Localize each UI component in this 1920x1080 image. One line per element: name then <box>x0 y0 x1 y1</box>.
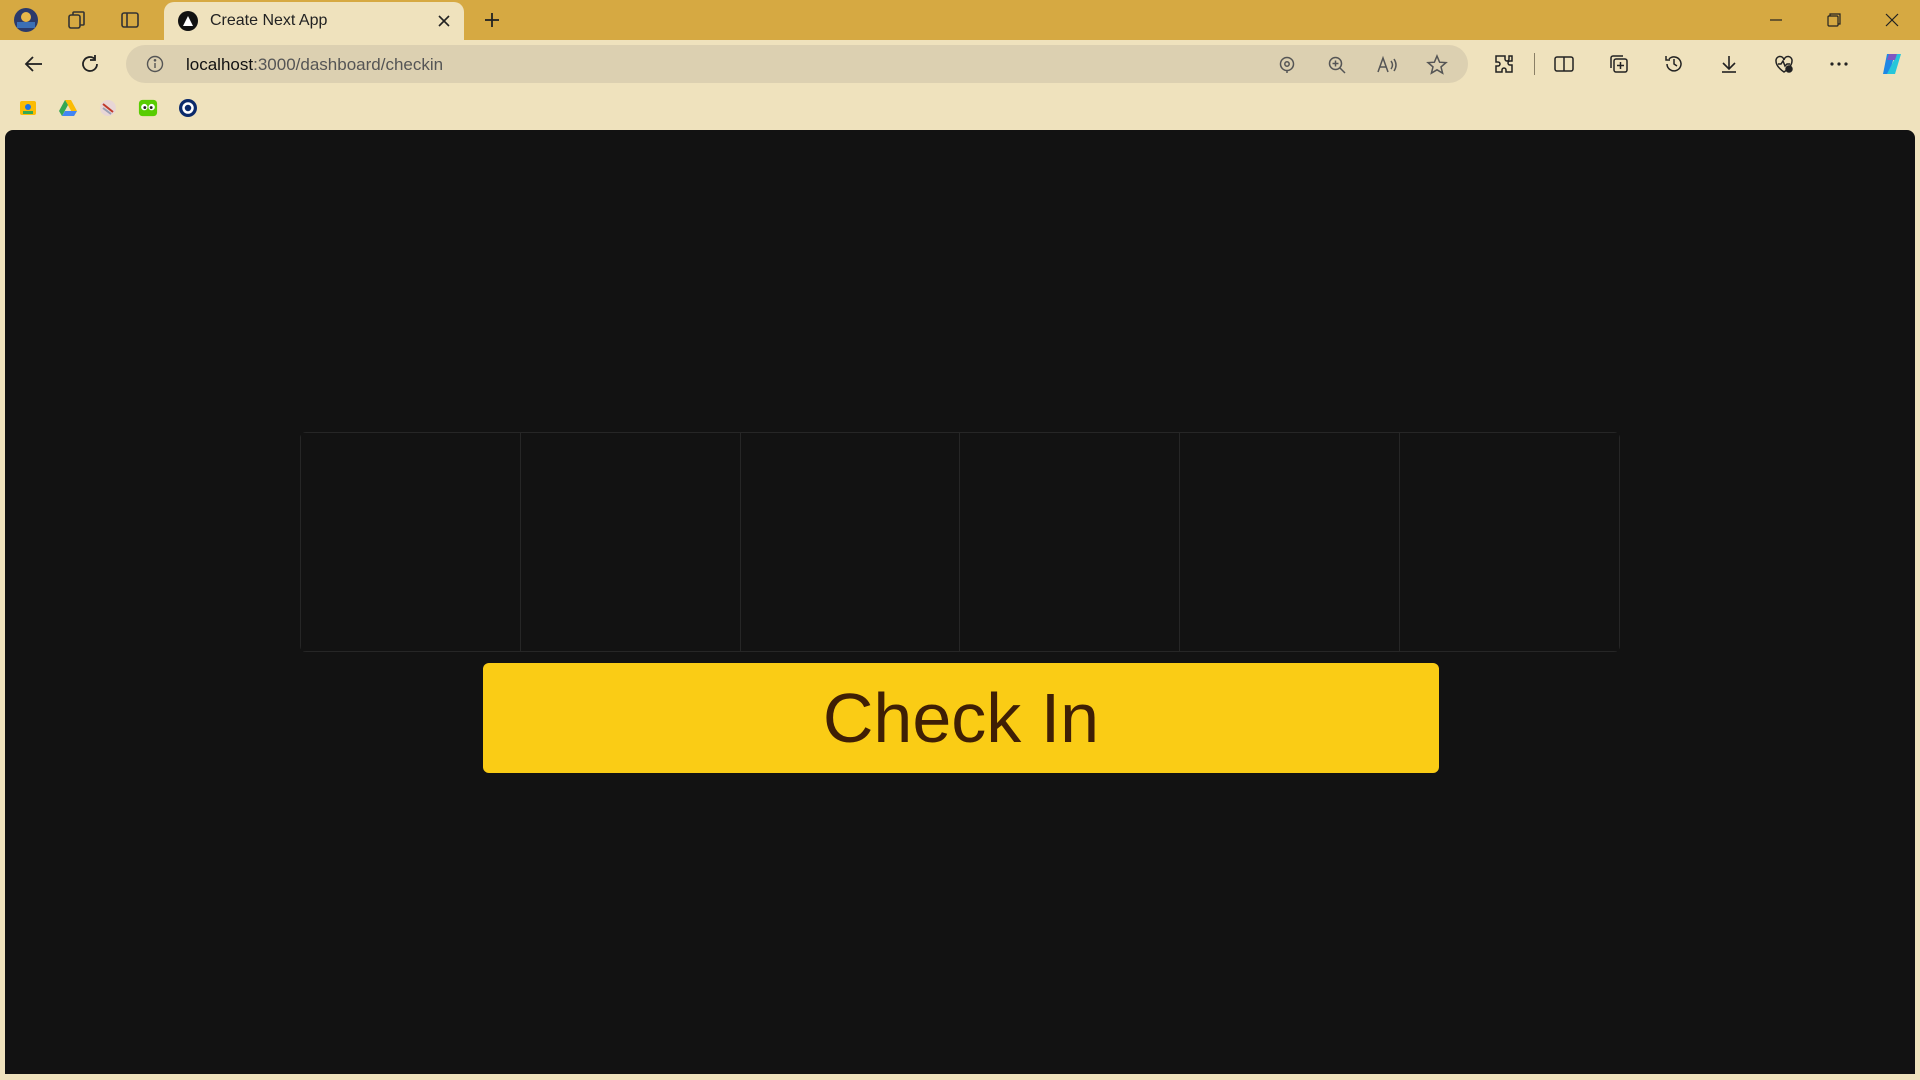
check-in-button[interactable]: Check In <box>483 663 1439 773</box>
history-icon[interactable] <box>1658 49 1690 79</box>
code-input-2[interactable] <box>520 433 741 651</box>
zoom-icon[interactable] <box>1326 54 1348 76</box>
close-window-icon[interactable] <box>1864 0 1920 40</box>
striped-app-icon[interactable] <box>98 98 118 118</box>
extensions-icon[interactable] <box>1488 49 1520 79</box>
favorite-icon[interactable] <box>1426 54 1448 76</box>
collections-icon[interactable] <box>1603 49 1635 79</box>
new-tab-icon[interactable] <box>478 6 506 34</box>
checkin-code-grid <box>300 432 1620 652</box>
favorites-bar <box>0 88 1920 128</box>
tab-title: Create Next App <box>210 12 328 29</box>
performance-icon[interactable] <box>1768 49 1800 79</box>
code-input-6[interactable] <box>1400 433 1619 651</box>
code-input-5[interactable] <box>1180 433 1401 651</box>
copilot-icon[interactable] <box>1876 49 1908 79</box>
minimize-icon[interactable] <box>1748 0 1804 40</box>
nextjs-favicon-icon <box>178 11 198 31</box>
close-tab-icon[interactable] <box>432 9 456 33</box>
refresh-icon[interactable] <box>74 49 106 79</box>
tab-create-next-app[interactable]: Create Next App <box>164 2 464 40</box>
back-icon[interactable] <box>18 49 50 79</box>
info-icon[interactable] <box>146 55 164 73</box>
tab-strip: Create Next App <box>0 0 1920 40</box>
code-input-1[interactable] <box>301 433 521 651</box>
browser-toolbar: localhost:3000/dashboard/checkin <box>0 40 1920 88</box>
code-input-4[interactable] <box>960 433 1181 651</box>
address-bar[interactable]: localhost:3000/dashboard/checkin <box>126 45 1468 83</box>
downloads-icon[interactable] <box>1713 49 1745 79</box>
duolingo-icon[interactable] <box>138 98 158 118</box>
url-host: localhost <box>186 55 254 74</box>
read-aloud-icon[interactable] <box>1376 54 1398 76</box>
split-screen-icon[interactable] <box>1548 49 1580 79</box>
restore-icon[interactable] <box>1806 0 1862 40</box>
url-text[interactable]: localhost:3000/dashboard/checkin <box>186 55 443 75</box>
toolbar-divider <box>1534 53 1535 75</box>
google-drive-icon[interactable] <box>58 98 78 118</box>
code-input-3[interactable] <box>740 433 961 651</box>
profile-icon[interactable] <box>12 6 40 34</box>
vertical-tabs-icon[interactable] <box>116 6 144 34</box>
browser-window: Create Next App localhost:3000/dashboard… <box>0 0 1920 1080</box>
circle-app-icon[interactable] <box>178 98 198 118</box>
more-icon[interactable] <box>1823 49 1855 79</box>
workspaces-icon[interactable] <box>63 6 91 34</box>
google-contacts-icon[interactable] <box>18 98 38 118</box>
page-viewport: Check In <box>5 130 1915 1074</box>
url-path: :3000/dashboard/checkin <box>253 55 444 74</box>
location-icon[interactable] <box>1276 54 1298 76</box>
